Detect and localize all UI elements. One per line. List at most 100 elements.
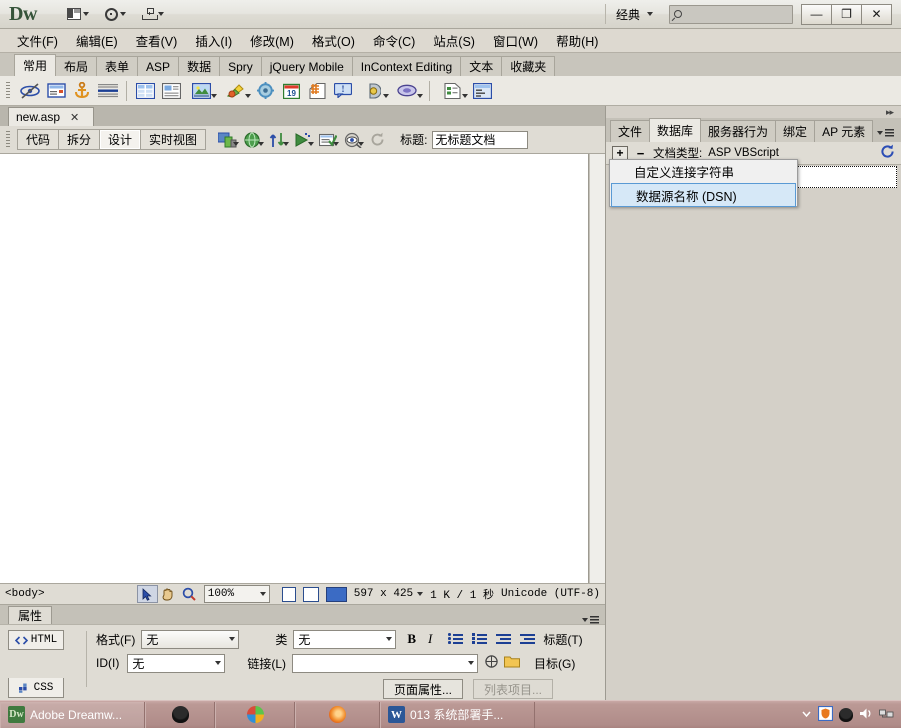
indent-icon[interactable] xyxy=(520,633,536,645)
live-code-icon[interactable] xyxy=(290,129,315,151)
view-design-button[interactable]: 设计 xyxy=(99,129,142,150)
tray-arrow-icon[interactable] xyxy=(801,708,812,722)
workspace-switcher[interactable]: 经典 xyxy=(604,4,663,24)
tray-network-icon[interactable] xyxy=(879,707,894,723)
refresh-icon[interactable] xyxy=(880,144,895,162)
w3c-validation-icon[interactable] xyxy=(315,129,340,151)
media-icon[interactable] xyxy=(218,79,252,103)
tray-shield-icon[interactable] xyxy=(817,705,834,724)
visual-aids-icon[interactable] xyxy=(340,129,365,151)
taskbar-item-firefox[interactable] xyxy=(295,701,380,728)
insert-tab-asp[interactable]: ASP xyxy=(137,56,180,76)
insert-tab-layout[interactable]: 布局 xyxy=(55,56,98,76)
insert-tab-forms[interactable]: 表单 xyxy=(96,56,139,76)
document-tab-new-asp[interactable]: new.asp ✕ xyxy=(8,107,94,126)
minimize-button[interactable]: — xyxy=(801,3,832,25)
menu-item-custom-connection-string[interactable]: 自定义连接字符串 xyxy=(610,160,797,183)
tag-chooser-icon[interactable] xyxy=(469,79,495,103)
close-button[interactable]: ✕ xyxy=(861,3,892,25)
canvas-vertical-scrollbar[interactable] xyxy=(589,154,605,583)
select-tool-icon[interactable] xyxy=(136,585,158,603)
images-icon[interactable] xyxy=(184,79,218,103)
email-link-icon[interactable] xyxy=(43,79,69,103)
browse-folder-icon[interactable] xyxy=(504,655,520,671)
date-icon[interactable]: 19 xyxy=(278,79,304,103)
unordered-list-icon[interactable] xyxy=(448,633,464,645)
horizontal-rule-icon[interactable] xyxy=(95,79,121,103)
window-dimensions[interactable]: 597 x 425 xyxy=(354,588,413,600)
class-select[interactable]: 无 xyxy=(293,629,397,649)
insert-tab-common[interactable]: 常用 xyxy=(14,54,57,76)
templates-icon[interactable] xyxy=(435,79,469,103)
menu-insert[interactable]: 插入(I) xyxy=(186,28,241,53)
zoom-level-select[interactable]: 100% xyxy=(203,585,270,603)
collapse-panels-button[interactable]: ▸▸ xyxy=(606,106,901,118)
panel-tab-databases[interactable]: 数据库 xyxy=(649,118,702,142)
menu-help[interactable]: 帮助(H) xyxy=(547,28,607,53)
layout-switcher-button[interactable] xyxy=(63,3,93,25)
tray-speaker-icon[interactable] xyxy=(859,707,873,723)
ordered-list-icon[interactable] xyxy=(472,633,488,645)
maximize-button[interactable]: ❐ xyxy=(831,3,862,25)
taskbar-item-dreamweaver[interactable]: Dw Adobe Dreamw... xyxy=(0,701,145,728)
script-icon[interactable] xyxy=(390,79,424,103)
named-anchor-icon[interactable] xyxy=(69,79,95,103)
widget-icon[interactable] xyxy=(252,79,278,103)
html-mode-button[interactable]: HTML xyxy=(8,630,64,650)
view-live-button[interactable]: 实时视图 xyxy=(140,129,207,150)
document-title-input[interactable]: 无标题文档 xyxy=(432,130,529,149)
bold-button[interactable]: B xyxy=(407,631,416,647)
taskbar-item-msn[interactable] xyxy=(215,701,295,728)
panel-tab-ap-elements[interactable]: AP 元素 xyxy=(814,120,874,142)
search-input[interactable] xyxy=(669,4,793,24)
tag-selector[interactable]: <body> xyxy=(0,588,45,600)
insert-tab-jquery-mobile[interactable]: jQuery Mobile xyxy=(260,56,353,76)
head-icon[interactable] xyxy=(356,79,390,103)
comment-icon[interactable]: ! xyxy=(330,79,356,103)
panel-tab-server-behaviors[interactable]: 服务器行为 xyxy=(700,120,777,142)
properties-tab[interactable]: 属性 xyxy=(8,606,53,624)
view-split-button[interactable]: 拆分 xyxy=(58,129,101,150)
right-panel-menu-button[interactable] xyxy=(877,129,894,142)
outdent-icon[interactable] xyxy=(496,633,512,645)
link-select[interactable] xyxy=(292,653,478,673)
properties-panel-menu-button[interactable] xyxy=(582,616,599,624)
preview-in-browser-icon[interactable] xyxy=(240,129,265,151)
tablet-size-icon[interactable] xyxy=(302,586,319,602)
menu-commands[interactable]: 命令(C) xyxy=(364,28,424,53)
table-icon[interactable] xyxy=(132,79,158,103)
hand-tool-icon[interactable] xyxy=(158,585,179,603)
id-select[interactable]: 无 xyxy=(127,653,226,673)
extend-dreamweaver-button[interactable] xyxy=(101,3,130,25)
page-properties-button[interactable]: 页面属性... xyxy=(383,679,464,699)
design-canvas[interactable] xyxy=(0,154,589,583)
insert-tab-favorites[interactable]: 收藏夹 xyxy=(501,56,556,76)
insert-tab-spry[interactable]: Spry xyxy=(219,56,262,76)
close-icon[interactable]: ✕ xyxy=(70,111,79,124)
menu-format[interactable]: 格式(O) xyxy=(303,28,364,53)
chevron-down-icon[interactable] xyxy=(417,592,424,596)
toolbar-grip[interactable] xyxy=(6,81,10,100)
menu-view[interactable]: 查看(V) xyxy=(127,28,187,53)
insert-div-icon[interactable] xyxy=(158,79,184,103)
site-management-button[interactable] xyxy=(138,3,168,25)
tray-qq-icon[interactable] xyxy=(839,707,853,722)
point-to-file-icon[interactable] xyxy=(485,655,498,671)
panel-tab-files[interactable]: 文件 xyxy=(610,120,651,142)
mobile-size-icon[interactable] xyxy=(281,586,296,602)
toolbar-grip[interactable] xyxy=(6,130,10,149)
menu-site[interactable]: 站点(S) xyxy=(424,28,484,53)
server-side-include-icon[interactable] xyxy=(304,79,330,103)
menu-window[interactable]: 窗口(W) xyxy=(484,28,547,53)
file-management-icon[interactable] xyxy=(265,129,290,151)
taskbar-item-word[interactable]: W 013 系统部署手... xyxy=(380,701,535,728)
insert-tab-data[interactable]: 数据 xyxy=(178,56,221,76)
hyperlink-icon[interactable] xyxy=(17,79,43,103)
insert-tab-incontext[interactable]: InContext Editing xyxy=(351,56,462,76)
view-code-button[interactable]: 代码 xyxy=(17,129,60,150)
menu-edit[interactable]: 编辑(E) xyxy=(67,28,127,53)
taskbar-item-qq[interactable] xyxy=(145,701,215,728)
multiscreen-icon[interactable] xyxy=(215,129,240,151)
panel-tab-bindings[interactable]: 绑定 xyxy=(775,120,816,142)
desktop-size-icon[interactable] xyxy=(325,586,347,602)
